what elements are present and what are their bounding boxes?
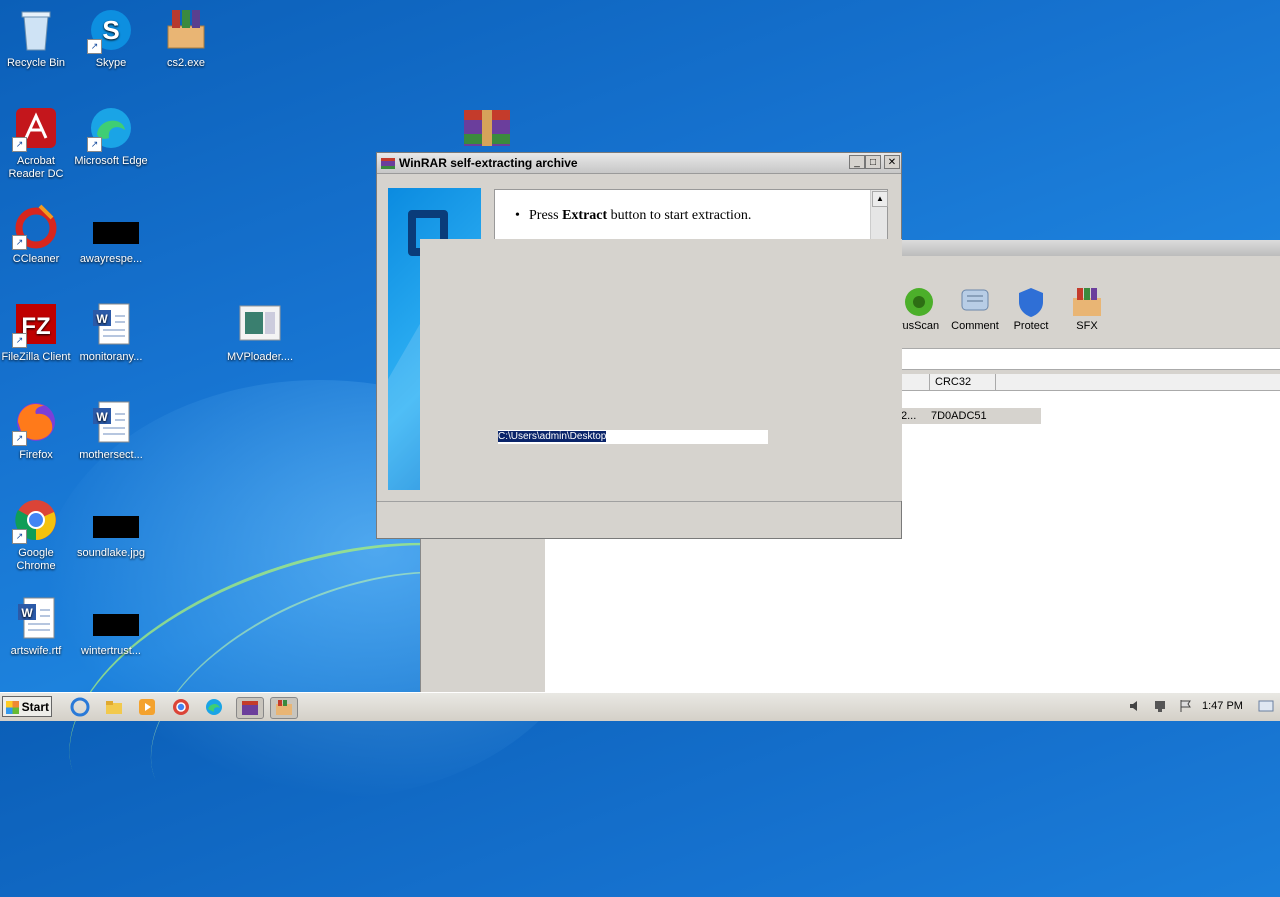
svg-text:W: W: [21, 606, 33, 620]
table-row[interactable]: 2... 7D0ADC51: [901, 408, 1041, 424]
sfx-dialog[interactable]: WinRAR self-extracting archive _ □ ✕ Pre…: [376, 152, 902, 539]
sfx-instruction-text: Press Extract button to start extraction…: [515, 208, 751, 224]
file-list-header: CRC32: [901, 374, 1280, 391]
black-thumbnail-icon: [87, 594, 139, 642]
desktop-icon-recycle-bin[interactable]: Recycle Bin: [0, 6, 74, 70]
protect-shield-icon: [1015, 286, 1047, 318]
network-icon[interactable]: [1153, 699, 1169, 713]
volume-icon[interactable]: [1128, 699, 1144, 713]
action-center-flag-icon[interactable]: [1178, 699, 1194, 713]
toolbar-sfx-button[interactable]: SFX: [1059, 280, 1115, 332]
shortcut-arrow-icon: ↗: [12, 529, 27, 544]
acrobat-icon: ↗: [12, 104, 60, 152]
word-document-icon: W: [12, 594, 60, 642]
media-player-icon[interactable]: [137, 697, 157, 717]
chrome-icon: ↗: [12, 496, 60, 544]
desktop-icon-firefox[interactable]: ↗ Firefox: [0, 398, 74, 462]
desktop-icon-filezilla[interactable]: FZ ↗ FileZilla Client: [0, 300, 74, 364]
edge-icon: ↗: [87, 104, 135, 152]
firefox-icon: ↗: [12, 398, 60, 446]
shortcut-arrow-icon: ↗: [87, 137, 102, 152]
row-partial-cell: 2...: [901, 410, 917, 422]
shortcut-arrow-icon: ↗: [12, 137, 27, 152]
desktop-icon-chrome[interactable]: ↗ Google Chrome: [0, 496, 74, 573]
shortcut-arrow-icon: ↗: [12, 235, 27, 250]
sfx-dialog-titlebar[interactable]: WinRAR self-extracting archive _ □ ✕: [377, 153, 901, 174]
toolbar-comment-button[interactable]: Comment: [947, 280, 1003, 332]
edge-taskbar-icon[interactable]: [204, 697, 224, 717]
black-thumbnail-icon: [87, 202, 139, 250]
svg-text:S: S: [102, 15, 119, 45]
column-crc32[interactable]: CRC32: [929, 374, 995, 390]
desktop-icon-skype[interactable]: S ↗ Skype: [73, 6, 149, 70]
row-crc-cell: 7D0ADC51: [931, 410, 987, 422]
winrar-desktop-icon[interactable]: [462, 106, 512, 150]
winrar-path-bar[interactable]: [901, 348, 1280, 370]
start-button[interactable]: Start: [2, 696, 52, 717]
sfx-icon: [1071, 286, 1103, 318]
shortcut-arrow-icon: ↗: [87, 39, 102, 54]
destination-folder-input[interactable]: C:\Users\admin\Desktop: [498, 430, 768, 444]
anyrun-watermark: ANY▷RUN: [976, 613, 1233, 671]
winrar-archive-icon: [162, 6, 210, 54]
toolbar-protect-button[interactable]: Protect: [1003, 280, 1059, 332]
maximize-button[interactable]: □: [865, 155, 881, 169]
black-thumbnail-icon: [87, 496, 139, 544]
desktop-icon-monitorany[interactable]: W monitorany...: [73, 300, 149, 364]
shortcut-arrow-icon: ↗: [12, 333, 27, 348]
taskbar: Start 1:47 PM: [0, 692, 1280, 721]
desktop-icon-acrobat[interactable]: ↗ Acrobat Reader DC: [0, 104, 74, 181]
sfx-info-panel: Press Extract button to start extraction…: [494, 189, 888, 243]
generic-file-icon: [236, 300, 284, 348]
windows-flag-icon: [6, 701, 19, 714]
desktop-icon-cs2-exe[interactable]: cs2.exe: [148, 6, 224, 70]
desktop-icon-mvploader[interactable]: MVPloader....: [222, 300, 298, 364]
winrar-title-icon: [381, 156, 395, 170]
desktop-icon-awayrespe[interactable]: awayrespe...: [73, 202, 149, 266]
svg-text:W: W: [96, 410, 108, 424]
winrar-toolbar: rusScan Comment Protect SFX: [891, 280, 1115, 332]
explorer-icon[interactable]: [104, 697, 124, 717]
recycle-bin-icon: [12, 6, 60, 54]
desktop-icon-mothersect[interactable]: W mothersect...: [73, 398, 149, 462]
word-document-icon: W: [87, 398, 135, 446]
word-document-icon: W: [87, 300, 135, 348]
filezilla-icon: FZ ↗: [12, 300, 60, 348]
scroll-up-icon[interactable]: ▲: [872, 191, 888, 207]
shortcut-arrow-icon: ↗: [12, 431, 27, 446]
sfx-content-area: [420, 239, 902, 501]
ccleaner-icon: ↗: [12, 202, 60, 250]
ie-icon[interactable]: [70, 697, 90, 717]
virus-scan-icon: [903, 286, 935, 318]
winrar-taskbar-icon[interactable]: [236, 697, 264, 719]
show-desktop-icon[interactable]: [1258, 699, 1274, 713]
chrome-taskbar-icon[interactable]: [171, 697, 191, 717]
desktop-icon-ccleaner[interactable]: ↗ CCleaner: [0, 202, 74, 266]
close-button[interactable]: ✕: [884, 155, 900, 169]
desktop-icon-edge[interactable]: ↗ Microsoft Edge: [73, 104, 149, 168]
desktop-icon-wintertrust[interactable]: wintertrust...: [73, 594, 149, 658]
desktop-icon-soundlake[interactable]: soundlake.jpg: [73, 496, 149, 560]
svg-text:W: W: [96, 312, 108, 326]
sfx-dialog-title: WinRAR self-extracting archive: [399, 156, 578, 170]
column-divider: [995, 374, 1011, 390]
comment-icon: [959, 286, 991, 318]
sfx-taskbar-icon[interactable]: [270, 697, 298, 719]
info-scrollbar[interactable]: ▲: [870, 190, 888, 242]
taskbar-clock[interactable]: 1:47 PM: [1202, 700, 1243, 712]
desktop-icon-artswife[interactable]: W artswife.rtf: [0, 594, 74, 658]
skype-icon: S ↗: [87, 6, 135, 54]
dialog-divider: [377, 501, 901, 502]
minimize-button[interactable]: _: [849, 155, 865, 169]
